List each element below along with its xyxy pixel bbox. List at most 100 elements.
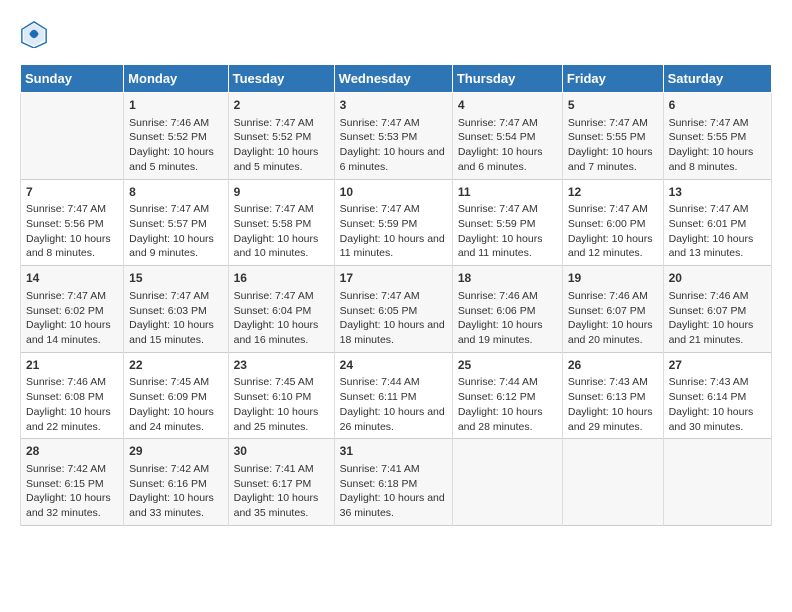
cell-content: 31Sunrise: 7:41 AMSunset: 6:18 PMDayligh… (340, 443, 447, 521)
sunset-text: Sunset: 5:53 PM (340, 130, 447, 145)
cell-content: 19Sunrise: 7:46 AMSunset: 6:07 PMDayligh… (568, 270, 658, 348)
sunrise-text: Sunrise: 7:43 AM (669, 375, 766, 390)
page-header (20, 20, 772, 48)
cell-content: 22Sunrise: 7:45 AMSunset: 6:09 PMDayligh… (129, 357, 222, 435)
calendar-cell: 28Sunrise: 7:42 AMSunset: 6:15 PMDayligh… (21, 439, 124, 526)
sunrise-text: Sunrise: 7:45 AM (129, 375, 222, 390)
calendar-cell: 22Sunrise: 7:45 AMSunset: 6:09 PMDayligh… (124, 352, 228, 439)
sunrise-text: Sunrise: 7:42 AM (26, 462, 118, 477)
cell-content: 28Sunrise: 7:42 AMSunset: 6:15 PMDayligh… (26, 443, 118, 521)
calendar-header: SundayMondayTuesdayWednesdayThursdayFrid… (21, 65, 772, 93)
daylight-text: Daylight: 10 hours and 22 minutes. (26, 405, 118, 434)
cell-content: 10Sunrise: 7:47 AMSunset: 5:59 PMDayligh… (340, 184, 447, 262)
daylight-text: Daylight: 10 hours and 32 minutes. (26, 491, 118, 520)
sunrise-text: Sunrise: 7:46 AM (129, 116, 222, 131)
sunrise-text: Sunrise: 7:47 AM (234, 202, 329, 217)
daylight-text: Daylight: 10 hours and 6 minutes. (458, 145, 557, 174)
sunset-text: Sunset: 6:11 PM (340, 390, 447, 405)
cell-content: 8Sunrise: 7:47 AMSunset: 5:57 PMDaylight… (129, 184, 222, 262)
day-number: 23 (234, 357, 329, 374)
sunrise-text: Sunrise: 7:47 AM (340, 202, 447, 217)
calendar-cell: 21Sunrise: 7:46 AMSunset: 6:08 PMDayligh… (21, 352, 124, 439)
day-number: 24 (340, 357, 447, 374)
calendar-cell: 19Sunrise: 7:46 AMSunset: 6:07 PMDayligh… (562, 266, 663, 353)
day-number: 8 (129, 184, 222, 201)
calendar-cell: 27Sunrise: 7:43 AMSunset: 6:14 PMDayligh… (663, 352, 771, 439)
daylight-text: Daylight: 10 hours and 20 minutes. (568, 318, 658, 347)
cell-content: 6Sunrise: 7:47 AMSunset: 5:55 PMDaylight… (669, 97, 766, 175)
calendar-cell: 24Sunrise: 7:44 AMSunset: 6:11 PMDayligh… (334, 352, 452, 439)
sunset-text: Sunset: 6:00 PM (568, 217, 658, 232)
daylight-text: Daylight: 10 hours and 28 minutes. (458, 405, 557, 434)
day-number: 21 (26, 357, 118, 374)
sunrise-text: Sunrise: 7:41 AM (340, 462, 447, 477)
calendar-body: 1Sunrise: 7:46 AMSunset: 5:52 PMDaylight… (21, 93, 772, 526)
cell-content: 3Sunrise: 7:47 AMSunset: 5:53 PMDaylight… (340, 97, 447, 175)
sunset-text: Sunset: 6:09 PM (129, 390, 222, 405)
logo-icon (20, 20, 48, 48)
sunset-text: Sunset: 6:07 PM (669, 304, 766, 319)
sunset-text: Sunset: 6:03 PM (129, 304, 222, 319)
daylight-text: Daylight: 10 hours and 7 minutes. (568, 145, 658, 174)
calendar-cell: 1Sunrise: 7:46 AMSunset: 5:52 PMDaylight… (124, 93, 228, 180)
day-number: 16 (234, 270, 329, 287)
daylight-text: Daylight: 10 hours and 16 minutes. (234, 318, 329, 347)
week-row-3: 14Sunrise: 7:47 AMSunset: 6:02 PMDayligh… (21, 266, 772, 353)
calendar-cell (663, 439, 771, 526)
day-number: 9 (234, 184, 329, 201)
header-sunday: Sunday (21, 65, 124, 93)
cell-content: 1Sunrise: 7:46 AMSunset: 5:52 PMDaylight… (129, 97, 222, 175)
day-number: 22 (129, 357, 222, 374)
calendar-cell: 30Sunrise: 7:41 AMSunset: 6:17 PMDayligh… (228, 439, 334, 526)
calendar-cell: 7Sunrise: 7:47 AMSunset: 5:56 PMDaylight… (21, 179, 124, 266)
calendar-cell: 11Sunrise: 7:47 AMSunset: 5:59 PMDayligh… (452, 179, 562, 266)
cell-content: 15Sunrise: 7:47 AMSunset: 6:03 PMDayligh… (129, 270, 222, 348)
cell-content: 27Sunrise: 7:43 AMSunset: 6:14 PMDayligh… (669, 357, 766, 435)
day-number: 2 (234, 97, 329, 114)
week-row-5: 28Sunrise: 7:42 AMSunset: 6:15 PMDayligh… (21, 439, 772, 526)
day-number: 31 (340, 443, 447, 460)
daylight-text: Daylight: 10 hours and 10 minutes. (234, 232, 329, 261)
cell-content: 14Sunrise: 7:47 AMSunset: 6:02 PMDayligh… (26, 270, 118, 348)
cell-content: 20Sunrise: 7:46 AMSunset: 6:07 PMDayligh… (669, 270, 766, 348)
calendar-cell: 4Sunrise: 7:47 AMSunset: 5:54 PMDaylight… (452, 93, 562, 180)
daylight-text: Daylight: 10 hours and 21 minutes. (669, 318, 766, 347)
sunrise-text: Sunrise: 7:47 AM (129, 289, 222, 304)
calendar-cell: 12Sunrise: 7:47 AMSunset: 6:00 PMDayligh… (562, 179, 663, 266)
cell-content: 26Sunrise: 7:43 AMSunset: 6:13 PMDayligh… (568, 357, 658, 435)
day-number: 20 (669, 270, 766, 287)
cell-content: 11Sunrise: 7:47 AMSunset: 5:59 PMDayligh… (458, 184, 557, 262)
header-friday: Friday (562, 65, 663, 93)
daylight-text: Daylight: 10 hours and 8 minutes. (669, 145, 766, 174)
cell-content: 21Sunrise: 7:46 AMSunset: 6:08 PMDayligh… (26, 357, 118, 435)
sunset-text: Sunset: 5:57 PM (129, 217, 222, 232)
sunrise-text: Sunrise: 7:46 AM (26, 375, 118, 390)
daylight-text: Daylight: 10 hours and 30 minutes. (669, 405, 766, 434)
calendar-cell: 13Sunrise: 7:47 AMSunset: 6:01 PMDayligh… (663, 179, 771, 266)
day-number: 11 (458, 184, 557, 201)
cell-content: 16Sunrise: 7:47 AMSunset: 6:04 PMDayligh… (234, 270, 329, 348)
sunset-text: Sunset: 6:06 PM (458, 304, 557, 319)
header-monday: Monday (124, 65, 228, 93)
sunset-text: Sunset: 5:59 PM (340, 217, 447, 232)
calendar-table: SundayMondayTuesdayWednesdayThursdayFrid… (20, 64, 772, 526)
calendar-cell: 16Sunrise: 7:47 AMSunset: 6:04 PMDayligh… (228, 266, 334, 353)
cell-content: 4Sunrise: 7:47 AMSunset: 5:54 PMDaylight… (458, 97, 557, 175)
sunset-text: Sunset: 5:58 PM (234, 217, 329, 232)
day-number: 27 (669, 357, 766, 374)
daylight-text: Daylight: 10 hours and 33 minutes. (129, 491, 222, 520)
sunrise-text: Sunrise: 7:47 AM (669, 202, 766, 217)
calendar-cell: 18Sunrise: 7:46 AMSunset: 6:06 PMDayligh… (452, 266, 562, 353)
sunrise-text: Sunrise: 7:45 AM (234, 375, 329, 390)
sunrise-text: Sunrise: 7:47 AM (568, 116, 658, 131)
calendar-cell (452, 439, 562, 526)
cell-content: 30Sunrise: 7:41 AMSunset: 6:17 PMDayligh… (234, 443, 329, 521)
day-number: 19 (568, 270, 658, 287)
day-number: 5 (568, 97, 658, 114)
sunrise-text: Sunrise: 7:47 AM (129, 202, 222, 217)
cell-content: 13Sunrise: 7:47 AMSunset: 6:01 PMDayligh… (669, 184, 766, 262)
daylight-text: Daylight: 10 hours and 15 minutes. (129, 318, 222, 347)
day-number: 1 (129, 97, 222, 114)
sunrise-text: Sunrise: 7:47 AM (340, 289, 447, 304)
sunrise-text: Sunrise: 7:46 AM (458, 289, 557, 304)
